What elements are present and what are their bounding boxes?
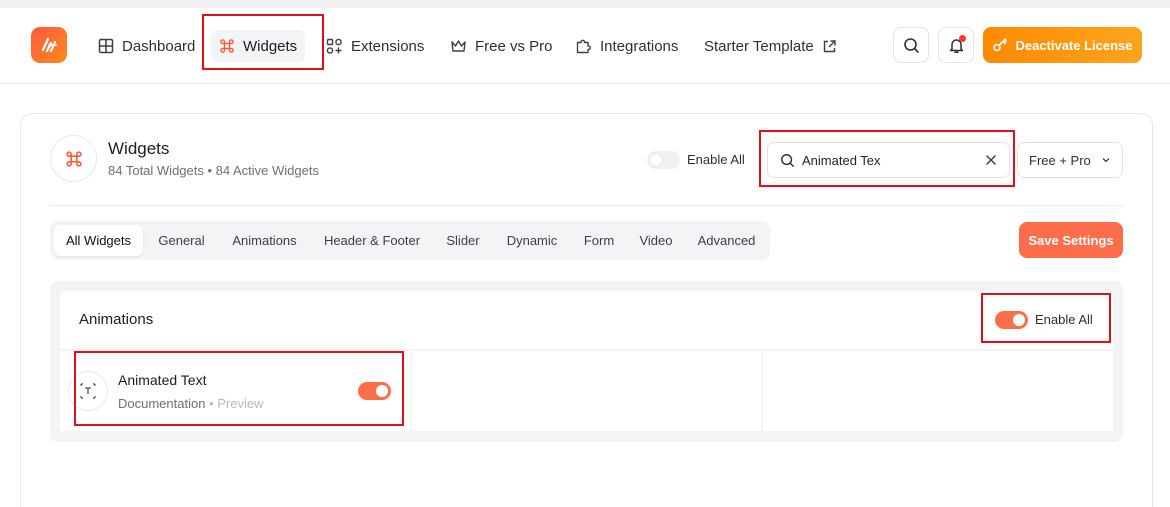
nav-free-vs-pro[interactable]: Free vs Pro [442, 30, 561, 62]
nav-integrations[interactable]: Integrations [567, 30, 686, 62]
nav-extensions[interactable]: Extensions [318, 30, 432, 62]
widget-count-summary: 84 Total Widgets • 84 Active Widgets [108, 163, 319, 178]
link-separator: • [209, 396, 214, 411]
save-settings-button[interactable]: Save Settings [1019, 222, 1123, 258]
notification-dot [959, 35, 966, 42]
deactivate-license-button[interactable]: Deactivate License [983, 27, 1142, 63]
widget-toggle[interactable] [358, 382, 391, 400]
chevron-down-icon [1102, 158, 1110, 163]
search-button[interactable] [893, 27, 929, 63]
nav-widgets[interactable]: Widgets [211, 30, 306, 62]
brand-logo[interactable] [31, 27, 67, 63]
nav-free-vs-pro-label: Free vs Pro [475, 37, 553, 55]
tab-header-footer[interactable]: Header & Footer [313, 225, 431, 256]
nav-integrations-label: Integrations [600, 37, 679, 55]
widget-icon [68, 371, 108, 411]
clear-icon[interactable] [985, 154, 997, 166]
nav-extensions-label: Extensions [351, 37, 425, 55]
tab-general[interactable]: General [147, 225, 216, 256]
category-tabs: All Widgets General Animations Header & … [50, 221, 770, 260]
section-enable-all-label: Enable All [1035, 312, 1093, 327]
preview-link[interactable]: Preview [217, 396, 263, 411]
plan-filter-select[interactable]: Free + Pro [1017, 142, 1123, 178]
deactivate-license-label: Deactivate License [1015, 37, 1133, 53]
text-frame-icon [80, 383, 96, 399]
animations-section: Animations Enable All Animated Text Docu… [50, 281, 1123, 442]
widgets-header-icon [50, 135, 97, 182]
widgets-card: Widgets 84 Total Widgets • 84 Active Wid… [20, 113, 1153, 507]
enable-all-label: Enable All [687, 152, 745, 167]
external-link-icon [823, 39, 836, 52]
widget-card-empty [412, 351, 761, 431]
toggle-knob [650, 154, 662, 166]
tab-form[interactable]: Form [573, 225, 625, 256]
top-navigation: Dashboard Widgets Extensions Free vs Pro [0, 8, 1170, 84]
documentation-link[interactable]: Documentation [118, 396, 205, 411]
toggle-knob [376, 385, 388, 397]
extensions-icon [326, 38, 342, 54]
widget-card-animated-text: Animated Text Documentation • Preview [60, 351, 410, 431]
section-title: Animations [79, 311, 154, 328]
section-header: Animations Enable All [60, 291, 1113, 349]
widget-search [767, 142, 1010, 178]
page-title: Widgets [108, 139, 170, 158]
tab-dynamic[interactable]: Dynamic [495, 225, 569, 256]
tab-video[interactable]: Video [629, 225, 683, 256]
header-divider [50, 205, 1123, 206]
key-icon [993, 38, 1008, 52]
search-icon [903, 37, 919, 53]
crown-icon [451, 40, 466, 52]
nav-starter-template-label: Starter Template [704, 37, 814, 55]
plan-filter-value: Free + Pro [1029, 152, 1091, 168]
app-window: Dashboard Widgets Extensions Free vs Pro [0, 8, 1170, 507]
puzzle-icon [576, 39, 591, 53]
nav-starter-template[interactable]: Starter Template [696, 30, 845, 62]
command-icon [220, 39, 234, 53]
notifications-button[interactable] [938, 27, 974, 63]
search-input[interactable] [802, 151, 972, 169]
grid-icon [98, 38, 114, 54]
widget-card-empty [763, 351, 1113, 431]
nav-widgets-label: Widgets [243, 37, 298, 55]
nav-dashboard[interactable]: Dashboard [90, 30, 203, 62]
enable-all-toggle[interactable] [647, 151, 680, 169]
widget-name: Animated Text [118, 372, 207, 388]
command-icon [65, 150, 82, 167]
logo-icon [41, 37, 57, 53]
tab-advanced[interactable]: Advanced [687, 225, 766, 256]
search-icon [781, 154, 794, 167]
tab-slider[interactable]: Slider [435, 225, 491, 256]
tab-animations[interactable]: Animations [220, 225, 309, 256]
nav-dashboard-label: Dashboard [122, 37, 196, 55]
widget-links: Documentation • Preview [118, 396, 264, 411]
toggle-knob [1013, 314, 1025, 326]
section-enable-all-toggle[interactable] [995, 311, 1028, 329]
tab-all-widgets[interactable]: All Widgets [54, 225, 143, 256]
